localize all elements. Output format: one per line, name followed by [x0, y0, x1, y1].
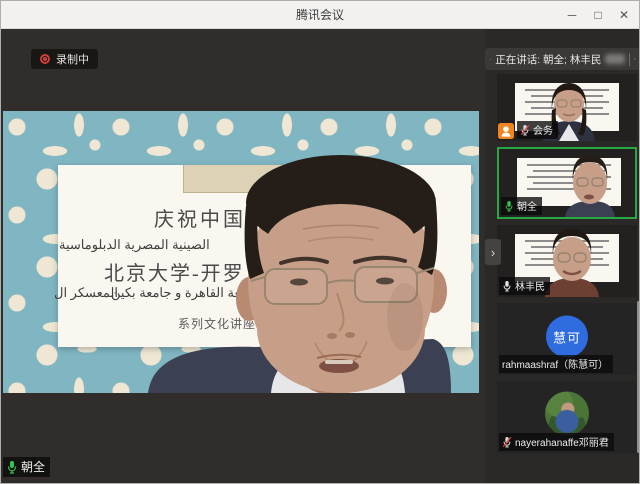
participant-name-pill: 朝全	[501, 197, 542, 215]
meeting-content: 录制中 庆祝中国埃 احتفالا بـ الصينية المصرية الد…	[1, 29, 640, 484]
avatar-photo	[545, 391, 589, 435]
close-button[interactable]: ✕	[611, 1, 637, 29]
mic-muted-icon	[502, 436, 512, 448]
participant-name: 朝全	[517, 198, 537, 213]
participant-name: 会务	[533, 122, 553, 137]
participant-name-pill: 会务	[517, 121, 558, 139]
window-controls: ─ □ ✕	[559, 1, 637, 29]
reply-arrow-icon[interactable]	[634, 53, 636, 65]
mic-on-icon	[6, 460, 18, 474]
speaking-status-bar[interactable]: 正在讲话: 朝全; 林丰民	[485, 48, 640, 70]
participant-tile-chaoquan[interactable]: 朝全	[497, 147, 637, 219]
mic-muted-icon[interactable]	[490, 53, 491, 66]
participant-name: rahmaashraf（陈慧可）	[502, 356, 608, 371]
participant-tile-huiwu[interactable]: 会务	[497, 74, 637, 141]
participants-sidebar: ›	[485, 29, 640, 484]
main-video-tile[interactable]: 庆祝中国埃 احتفالا بـ الصينية المصرية الدبلوم…	[3, 111, 479, 393]
recording-label: 录制中	[56, 51, 89, 67]
avatar: 慧可	[546, 315, 588, 357]
mic-muted-icon	[520, 124, 530, 136]
speaking-status-text: 正在讲话: 朝全; 林丰民	[495, 52, 601, 67]
speaker-video-figure	[3, 111, 479, 393]
window-title: 腾讯会议	[296, 6, 344, 23]
main-speaker-name: 朝全	[21, 458, 45, 475]
recording-badge[interactable]: 录制中	[31, 49, 98, 69]
divider	[629, 53, 630, 66]
recording-icon	[40, 54, 50, 64]
participant-name: nayerahanaffe邓丽君	[515, 434, 609, 449]
redacted-name-blur	[605, 54, 625, 64]
mic-on-icon	[502, 280, 512, 292]
participant-tile-linfengmin[interactable]: 林丰民	[497, 225, 637, 297]
participant-name-pill: 林丰民	[499, 277, 550, 295]
participant-name-pill: rahmaashraf（陈慧可）	[499, 355, 613, 373]
main-speaker-name-pill: 朝全	[3, 457, 50, 477]
participant-tile-nayerahanaffe[interactable]: nayerahanaffe邓丽君	[497, 381, 637, 453]
maximize-button[interactable]: □	[585, 1, 611, 29]
minimize-button[interactable]: ─	[559, 1, 585, 29]
titlebar[interactable]: 腾讯会议 ─ □ ✕	[1, 1, 639, 29]
meeting-window: 腾讯会议 ─ □ ✕ 录制中 庆祝中国埃 احتفالا بـ الصينية …	[0, 0, 640, 484]
host-badge-icon	[498, 123, 514, 139]
participant-name-pill: nayerahanaffe邓丽君	[499, 433, 614, 451]
participant-tile-rahmaashraf[interactable]: 慧可 rahmaashraf（陈慧可）	[497, 303, 637, 375]
sidebar-collapse-button[interactable]: ›	[485, 239, 501, 265]
mic-speaking-icon	[504, 200, 514, 212]
participant-name: 林丰民	[515, 278, 545, 293]
